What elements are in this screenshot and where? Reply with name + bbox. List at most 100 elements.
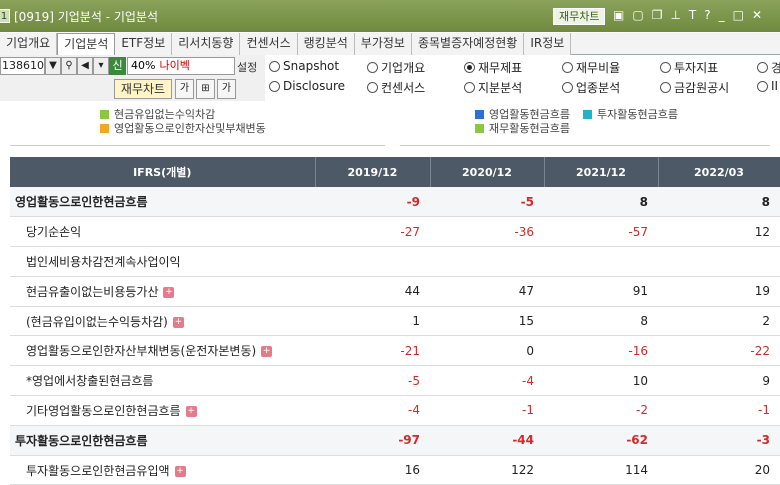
close-icon[interactable]: ✕	[752, 8, 762, 22]
window-icon[interactable]: ▢	[632, 8, 643, 22]
legend-swatch	[100, 123, 109, 133]
expand-icon[interactable]: ⊞	[196, 79, 215, 99]
legend-swatch	[475, 109, 484, 119]
search-icon[interactable]: ⚲	[61, 57, 77, 75]
radio-circle-icon	[269, 80, 280, 92]
value-cell: 8	[658, 187, 780, 218]
table-row: (현금유입이없는수익등차감) +1 15 8 2	[10, 306, 780, 337]
cashflow-table: IFRS(개별) 2019/12 2020/12 2021/12 2022/03…	[10, 157, 780, 485]
radio-investment-indicators[interactable]: 투자지표	[660, 59, 718, 76]
finance-chart-button[interactable]: 재무차트	[114, 79, 172, 99]
row-label: 법인세비용차감전계속사업이익	[10, 246, 315, 277]
minimize-icon[interactable]: _	[719, 8, 725, 22]
row-label-text: 영업활동으로인한현금흐름	[15, 195, 148, 210]
stock-name-box[interactable]: 40% 나이벡	[127, 57, 235, 75]
font-larger-icon[interactable]: 가	[217, 79, 236, 99]
chart-icon[interactable]: ▣	[613, 8, 624, 22]
table-header-cell: 2019/12	[315, 157, 431, 187]
value-cell: -1	[658, 395, 780, 426]
tab-ir-info[interactable]: IR정보	[524, 33, 572, 55]
value-cell: 9	[658, 365, 780, 397]
table-row: 투자활동으로인한현금유입액 +16 122 114 20	[10, 455, 780, 485]
value-cell	[544, 246, 658, 277]
radio-consensus[interactable]: 컨센서스	[367, 79, 425, 96]
radio-fss-disclosure[interactable]: 금감원공시	[660, 79, 729, 96]
value-cell: 1	[315, 306, 430, 337]
table-row: 당기순손익 -27 -36 -57 12	[10, 216, 780, 248]
speaker-icon[interactable]: ◀	[77, 57, 93, 75]
settings-link[interactable]: 설정	[237, 59, 257, 75]
value-cell: 8	[544, 187, 658, 218]
row-label-text: 영업활동으로인한자산부채변동(운전자본변동)	[26, 344, 257, 359]
radio-circle-icon	[660, 82, 671, 93]
tab-consensus[interactable]: 컨센서스	[240, 33, 298, 55]
expand-plus-icon[interactable]: +	[163, 286, 175, 298]
row-label: 투자활동으로인한현금유입액 +	[10, 455, 315, 485]
table-header-row: IFRS(개별) 2019/12 2020/12 2021/12 2022/03	[10, 157, 780, 187]
radio-ir[interactable]: II	[757, 79, 778, 93]
radio-competition[interactable]: 경	[757, 59, 780, 76]
radio-shareholding[interactable]: 지분분석	[464, 79, 522, 96]
finance-chart-title-button[interactable]: 재무차트	[553, 8, 606, 25]
chart-divider	[10, 145, 385, 146]
value-cell	[430, 246, 544, 277]
help-icon[interactable]: ?	[704, 8, 710, 22]
chart-divider	[400, 145, 770, 146]
expand-plus-icon[interactable]: +	[174, 465, 186, 477]
tab-research[interactable]: 리서치동향	[172, 33, 241, 55]
value-cell: 20	[658, 455, 780, 485]
row-label-text: 기타영업활동으로인한현금흐름	[26, 403, 181, 418]
pin-icon[interactable]: ⊥	[670, 8, 680, 22]
maximize-icon[interactable]: □	[733, 8, 744, 22]
tab-ranking[interactable]: 랭킹분석	[297, 33, 355, 55]
value-cell: 15	[430, 306, 544, 337]
tab-company-analysis[interactable]: 기업분석	[57, 33, 116, 55]
radio-snapshot[interactable]: Snapshot	[269, 59, 339, 73]
stock-code-input[interactable]: 138610	[0, 57, 45, 75]
value-cell: -36	[430, 216, 544, 248]
value-cell: -4	[430, 365, 544, 397]
table-header-cell: 2020/12	[430, 157, 545, 187]
expand-plus-icon[interactable]: +	[172, 316, 184, 328]
value-cell: -21	[315, 335, 430, 367]
expand-plus-icon[interactable]: +	[261, 346, 273, 358]
value-cell: -1	[430, 395, 544, 426]
table-row: 법인세비용차감전계속사업이익	[10, 246, 780, 277]
value-cell: -57	[544, 216, 658, 248]
radio-circle-icon	[562, 62, 573, 73]
legend-swatch	[475, 123, 484, 133]
legend-item: 영업활동으로인한자산및부채변동	[100, 120, 266, 136]
value-cell: -9	[315, 187, 430, 218]
text-icon[interactable]: T	[689, 8, 696, 22]
radio-financial-ratios[interactable]: 재무비율	[562, 59, 620, 76]
copy-icon[interactable]: ❐	[652, 8, 663, 22]
value-cell: 47	[430, 276, 544, 307]
radio-circle-icon	[269, 60, 280, 72]
tab-extra-info[interactable]: 부가정보	[354, 33, 412, 55]
dropdown-arrow-icon[interactable]: ▼	[45, 57, 61, 75]
value-cell: 10	[544, 365, 658, 397]
expand-plus-icon[interactable]: +	[185, 405, 197, 417]
tab-etf-info[interactable]: ETF정보	[115, 33, 173, 55]
value-cell: -16	[544, 335, 658, 367]
font-smaller-icon[interactable]: 가	[175, 79, 194, 99]
window-number-badge: 1	[0, 9, 10, 23]
table-row: 기타영업활동으로인한현금흐름 + -4 -1 -2 -1	[10, 395, 780, 426]
legend-item: 투자활동현금흐름	[583, 106, 678, 122]
value-cell: 114	[544, 455, 658, 485]
legend-item: 재무활동현금흐름	[475, 120, 570, 136]
chevron-down-icon[interactable]: ▾	[93, 57, 109, 75]
value-cell: 44	[315, 276, 430, 307]
radio-industry-analysis[interactable]: 업종분석	[562, 79, 620, 96]
radio-company-overview[interactable]: 기업개요	[367, 59, 425, 76]
row-label-text: 투자활동으로인한현금유입액	[26, 463, 170, 478]
tab-company-overview[interactable]: 기업개요	[0, 33, 58, 55]
value-cell: -97	[315, 425, 430, 456]
table-header-cell: 2022/03	[658, 157, 780, 187]
tab-capital-increase[interactable]: 종목별증자예정현황	[411, 33, 525, 55]
radio-financial-statements[interactable]: 재무제표	[464, 59, 522, 76]
value-cell: 122	[430, 455, 544, 485]
view-radio-group: Snapshot 기업개요 재무제표 재무비율 투자지표 경 Disclosur…	[265, 55, 780, 101]
radio-disclosure[interactable]: Disclosure	[269, 79, 345, 93]
legend-swatch	[100, 109, 109, 119]
